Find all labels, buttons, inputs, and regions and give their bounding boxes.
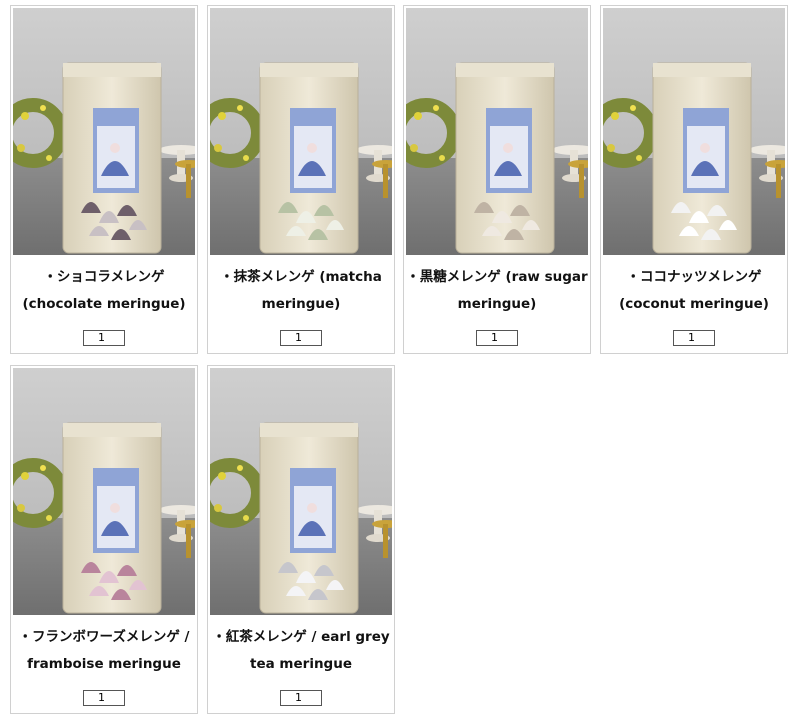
product-image[interactable] [13, 368, 195, 615]
product-name-line2: (chocolate meringue) [22, 296, 186, 312]
product-card: ・抹茶メレンゲ (matcha meringue) 1 [207, 5, 395, 354]
product-image[interactable] [210, 8, 392, 255]
quantity-input[interactable]: 1 [83, 690, 125, 706]
product-photo [13, 368, 195, 615]
product-photo [210, 8, 392, 255]
quantity-input[interactable]: 1 [476, 330, 518, 346]
product-name: ・抹茶メレンゲ (matcha meringue) [208, 264, 394, 318]
quantity-input[interactable]: 1 [673, 330, 715, 346]
product-card: ・ココナッツメレンゲ (coconut meringue) 1 [600, 5, 788, 354]
product-name-line2: tea meringue [250, 656, 352, 672]
product-name-line1: ・黒糖メレンゲ (raw sugar [406, 269, 588, 285]
product-photo [406, 8, 588, 255]
product-name-line1: ・ココナッツメレンゲ [626, 269, 762, 285]
product-photo [13, 8, 195, 255]
product-name: ・ココナッツメレンゲ (coconut meringue) [601, 264, 787, 318]
product-name-line1: ・抹茶メレンゲ (matcha [220, 269, 382, 285]
product-name: ・黒糖メレンゲ (raw sugar meringue) [404, 264, 590, 318]
quantity-input[interactable]: 1 [280, 690, 322, 706]
product-name-line1: ・ショコラメレンゲ [43, 269, 165, 285]
product-name: ・フランボワーズメレンゲ / framboise meringue [11, 624, 197, 678]
product-photo [210, 368, 392, 615]
product-name-line2: framboise meringue [27, 656, 181, 672]
product-name: ・ショコラメレンゲ (chocolate meringue) [11, 264, 197, 318]
product-card: ・ショコラメレンゲ (chocolate meringue) 1 [10, 5, 198, 354]
product-name-line2: meringue) [457, 296, 537, 312]
quantity-input[interactable]: 1 [83, 330, 125, 346]
product-image[interactable] [406, 8, 588, 255]
product-image[interactable] [13, 8, 195, 255]
product-card: ・紅茶メレンゲ / earl grey tea meringue 1 [207, 365, 395, 714]
product-photo [603, 8, 785, 255]
product-name: ・紅茶メレンゲ / earl grey tea meringue [208, 624, 394, 678]
product-name-line1: ・紅茶メレンゲ / earl grey [212, 629, 390, 645]
product-card: ・フランボワーズメレンゲ / framboise meringue 1 [10, 365, 198, 714]
product-image[interactable] [210, 368, 392, 615]
product-card: ・黒糖メレンゲ (raw sugar meringue) 1 [403, 5, 591, 354]
product-name-line2: (coconut meringue) [619, 296, 769, 312]
quantity-input[interactable]: 1 [280, 330, 322, 346]
product-name-line2: meringue) [261, 296, 341, 312]
product-name-line1: ・フランボワーズメレンゲ / [18, 629, 190, 645]
product-image[interactable] [603, 8, 785, 255]
